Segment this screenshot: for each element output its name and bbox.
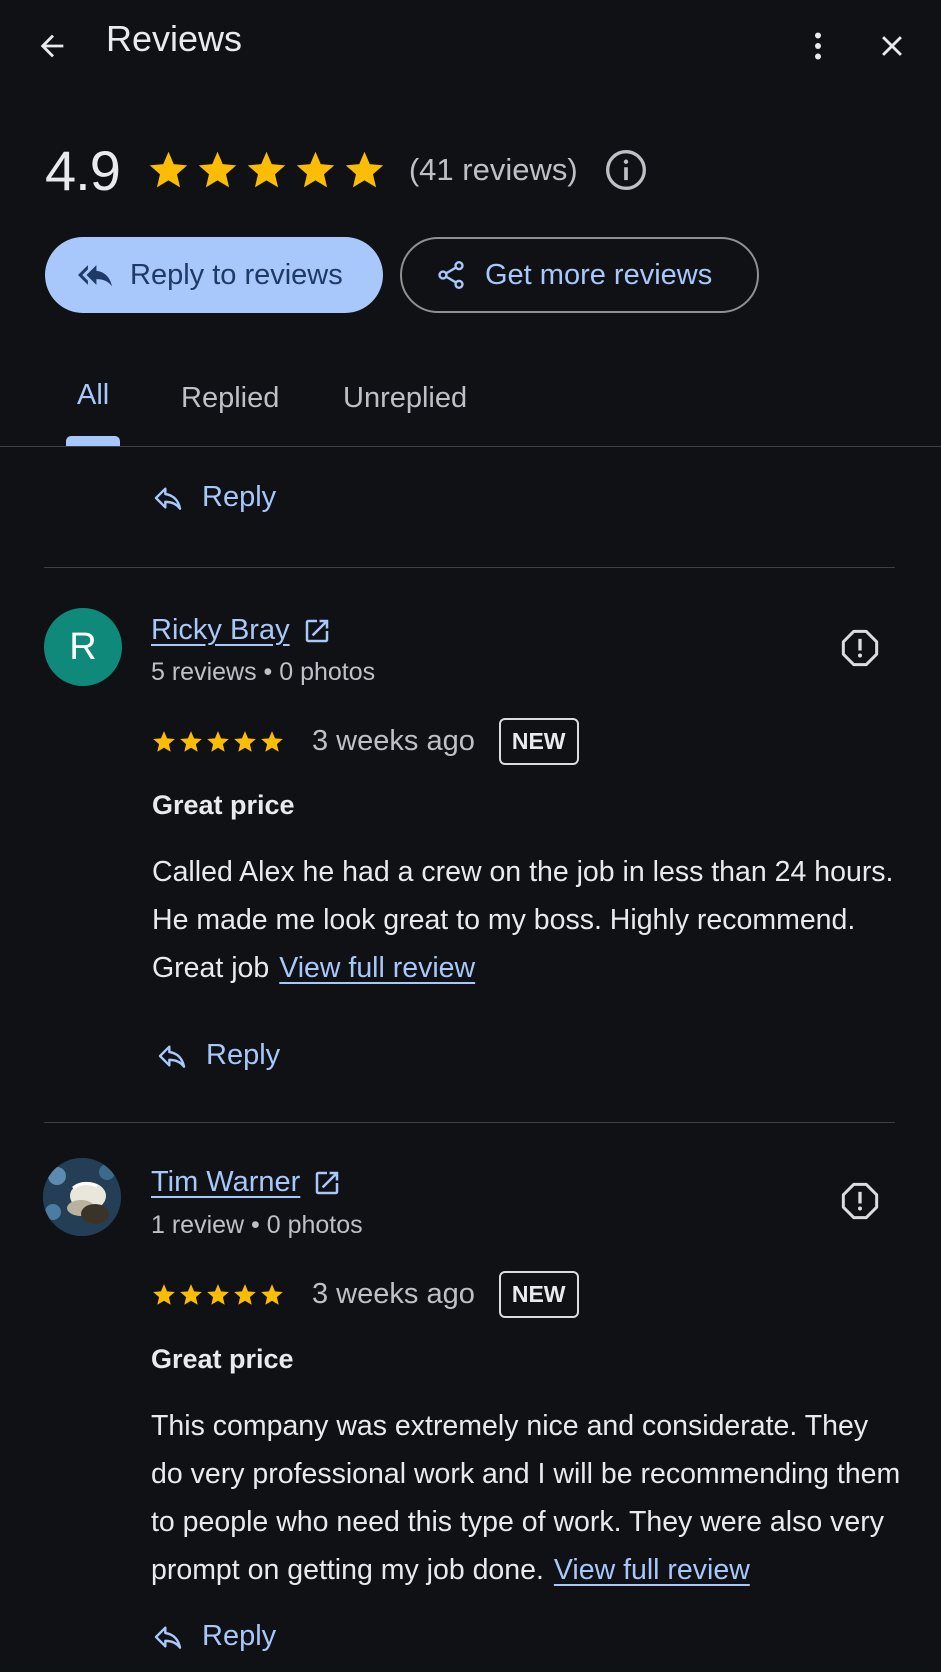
get-more-reviews-label: Get more reviews [485, 258, 713, 291]
open-in-new-icon [305, 619, 328, 642]
reply-icon [154, 1625, 182, 1649]
avatar[interactable]: R [44, 608, 122, 686]
star-icon [198, 151, 237, 187]
reply-button[interactable]: Reply [152, 1620, 276, 1653]
review-title: Great price [152, 790, 295, 820]
rating-summary: 4.9 (41 reviews) [45, 130, 648, 210]
report-icon[interactable] [840, 628, 880, 668]
review-time: 3 weeks ago [312, 1278, 475, 1310]
tab-unreplied[interactable]: Unreplied [343, 382, 467, 415]
reviewer-name-link[interactable]: Tim Warner [151, 1166, 342, 1199]
arrow-left-icon [40, 34, 64, 58]
reply-label: Reply [206, 1039, 281, 1071]
star-icon [153, 1283, 175, 1305]
reply-button[interactable]: Reply [152, 481, 276, 514]
star-icon [234, 1283, 256, 1305]
star-icon [180, 730, 202, 752]
reply-icon [158, 1044, 186, 1068]
get-more-reviews-button[interactable]: Get more reviews [400, 237, 759, 313]
avatar[interactable] [43, 1158, 121, 1236]
view-full-review-link[interactable]: View full review [554, 1554, 750, 1586]
star-icon [207, 1283, 229, 1305]
reply-label: Reply [202, 1620, 277, 1652]
open-in-new-icon [316, 1171, 339, 1194]
reply-icon [154, 486, 182, 510]
rating-stars [146, 148, 391, 193]
close-button[interactable] [868, 22, 916, 70]
review-body: This company was extremely nice and cons… [151, 1410, 901, 1586]
new-badge: NEW [498, 1271, 579, 1318]
star-icon [207, 730, 229, 752]
reply-to-reviews-button[interactable]: Reply to reviews [45, 237, 383, 313]
review-text: Called Alex he had a crew on the job in … [152, 848, 902, 992]
review-meta-row: 3 weeks ago NEW [151, 1271, 579, 1318]
star-icon [296, 151, 335, 187]
star-icon [261, 1283, 283, 1305]
tabs-divider [0, 446, 941, 447]
reply-label: Reply [202, 481, 277, 513]
review-text: This company was extremely nice and cons… [151, 1402, 901, 1594]
average-rating: 4.9 [45, 138, 121, 202]
reviewer-name-link[interactable]: Ricky Bray [151, 614, 332, 647]
star-icon [180, 1283, 202, 1305]
back-button[interactable] [28, 22, 76, 70]
share-icon [438, 261, 464, 289]
star-icon [234, 730, 256, 752]
reply-button[interactable]: Reply [156, 1039, 280, 1072]
reviewer-name: Tim Warner [151, 1166, 301, 1198]
review-count: (41 reviews) [408, 152, 578, 187]
reviewer-stats: 5 reviews • 0 photos [151, 658, 376, 686]
review-filter-tabs: All Replied Unreplied [0, 360, 941, 446]
page-title: Reviews [106, 18, 243, 59]
star-icon [153, 730, 175, 752]
report-icon[interactable] [840, 1181, 880, 1221]
review-body: Called Alex he had a crew on the job in … [152, 856, 894, 984]
reply-all-icon [78, 265, 112, 287]
reply-to-reviews-label: Reply to reviews [130, 258, 343, 291]
active-tab-indicator [66, 436, 120, 446]
star-icon [261, 730, 283, 752]
more-vert-icon [815, 32, 821, 60]
review-divider [44, 567, 895, 568]
close-icon [882, 36, 902, 56]
top-app-bar: Reviews [0, 0, 941, 90]
view-full-review-link[interactable]: View full review [279, 952, 475, 984]
more-options-button[interactable] [794, 22, 842, 70]
review-divider [44, 1122, 895, 1123]
star-icon [247, 151, 286, 187]
star-icon [345, 151, 384, 187]
star-icon [149, 151, 188, 187]
profile-photo [43, 1158, 121, 1236]
reviewer-stats: 1 review • 0 photos [151, 1211, 363, 1239]
review-meta-row: 3 weeks ago NEW [151, 718, 579, 765]
tab-all[interactable]: All [77, 379, 109, 412]
review-rating-stars [151, 1282, 286, 1308]
review-time: 3 weeks ago [312, 725, 475, 757]
review-rating-stars [151, 729, 286, 755]
review-title: Great price [151, 1344, 294, 1374]
tab-replied[interactable]: Replied [181, 382, 279, 415]
reviewer-name: Ricky Bray [151, 614, 290, 646]
new-badge: NEW [498, 718, 579, 765]
info-icon[interactable] [604, 148, 648, 192]
